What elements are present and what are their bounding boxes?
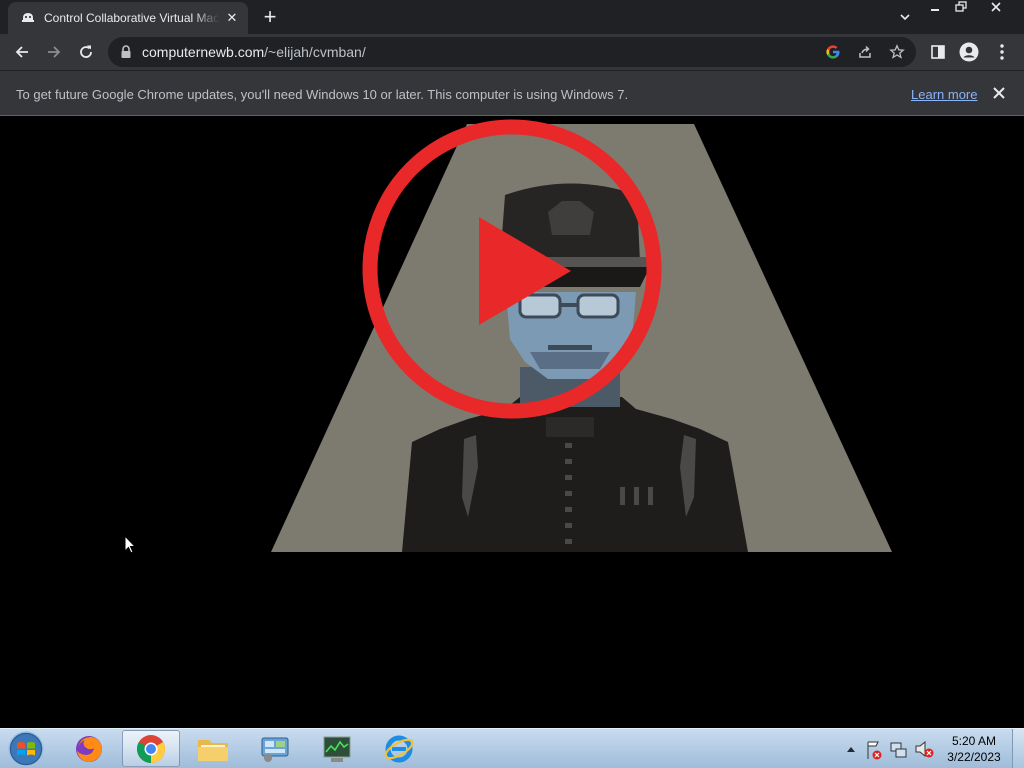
taskbar-task-manager-icon[interactable]	[308, 730, 366, 767]
taskbar-chrome-icon[interactable]	[122, 730, 180, 767]
clock-date: 3/22/2023	[947, 750, 1001, 764]
window-controls	[922, 0, 1018, 20]
new-tab-plus-icon[interactable]: +	[258, 6, 282, 30]
taskbar-firefox-icon[interactable]	[60, 730, 118, 767]
google-icon[interactable]	[824, 43, 842, 61]
tray-action-center-flag-icon[interactable]	[864, 729, 884, 768]
taskbar-clock[interactable]: 5:20 AM 3/22/2023	[942, 733, 1006, 765]
tray-volume-muted-icon[interactable]	[913, 729, 935, 768]
tab-title: Control Collaborative Virtual Machine	[44, 11, 220, 25]
taskbar-explorer-folder-icon[interactable]	[184, 730, 242, 767]
tray-expand-chevron-up-icon[interactable]	[844, 729, 858, 768]
infobar-close-icon[interactable]	[991, 85, 1007, 101]
kebab-menu-icon[interactable]	[992, 42, 1012, 62]
profile-icon[interactable]	[959, 42, 979, 62]
helmet-icon	[20, 10, 36, 26]
clock-time: 5:20 AM	[951, 734, 997, 748]
side-panel-icon[interactable]	[928, 42, 948, 62]
tray-network-icon[interactable]	[888, 729, 908, 768]
bookmark-star-icon[interactable]	[888, 43, 906, 61]
lock-icon[interactable]	[120, 45, 132, 59]
reload-icon[interactable]	[74, 40, 98, 64]
screen: Control Collaborative Virtual Machine ✕ …	[0, 0, 1024, 768]
url-host: computernewb.com	[142, 44, 265, 60]
restore-icon[interactable]	[948, 0, 974, 18]
minimize-icon[interactable]	[922, 0, 948, 18]
mouse-pointer-icon	[124, 535, 136, 554]
video-player[interactable]	[0, 117, 1024, 728]
start-button-windows-orb-icon[interactable]	[4, 729, 50, 768]
collar	[546, 417, 594, 437]
tab-search-chevron-down-icon[interactable]	[896, 8, 914, 26]
mouth	[548, 345, 592, 350]
update-infobar: To get future Google Chrome updates, you…	[0, 70, 1024, 116]
address-bar[interactable]: computernewb.com/~elijah/cvmban/	[108, 37, 916, 67]
taskbar-internet-explorer-icon[interactable]	[370, 730, 428, 767]
page-content	[0, 117, 1024, 728]
learn-more-link[interactable]: Learn more	[911, 87, 977, 102]
window-close-icon[interactable]	[974, 0, 1018, 18]
active-tab[interactable]: Control Collaborative Virtual Machine ✕	[8, 2, 248, 34]
infobar-message: To get future Google Chrome updates, you…	[16, 87, 629, 102]
medal-bars	[620, 487, 653, 505]
url-text[interactable]: computernewb.com/~elijah/cvmban/	[142, 44, 366, 60]
forward-arrow-right-icon[interactable]	[42, 40, 66, 64]
tab-strip: Control Collaborative Virtual Machine ✕ …	[0, 0, 1024, 34]
browser-toolbar: computernewb.com/~elijah/cvmban/	[0, 34, 1024, 70]
show-desktop-button[interactable]	[1012, 729, 1024, 768]
tab-close-icon[interactable]: ✕	[224, 10, 240, 26]
share-icon[interactable]	[856, 43, 874, 61]
taskbar-control-panel-icon[interactable]	[246, 730, 304, 767]
jaw-shadow	[530, 352, 610, 369]
back-arrow-left-icon[interactable]	[10, 40, 34, 64]
url-path: /~elijah/cvmban/	[264, 44, 366, 60]
windows-taskbar: 5:20 AM 3/22/2023	[0, 728, 1024, 768]
